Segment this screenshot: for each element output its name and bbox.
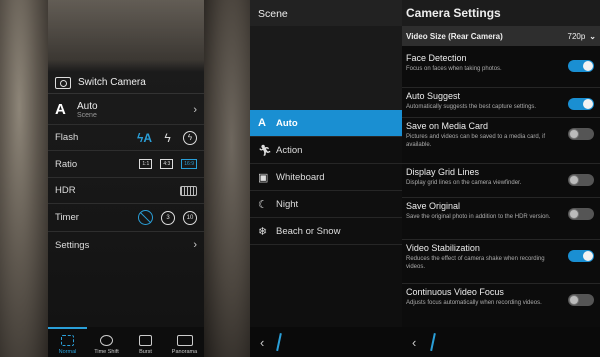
scene-value: Auto — [77, 100, 98, 112]
flash-auto-icon[interactable]: ϟA — [137, 131, 152, 145]
auto-scene-icon: A — [258, 117, 266, 129]
camera-viewfinder-left — [0, 0, 48, 357]
beach-snow-icon: ❄ — [258, 225, 268, 238]
chevron-right-icon: › — [193, 239, 197, 251]
switch-camera-icon — [55, 76, 71, 89]
setting-face-detection: Face Detection Focus on faces when taking… — [402, 50, 600, 88]
ratio-1-1-option[interactable]: 1:1 — [139, 159, 153, 169]
normal-mode-icon — [61, 335, 74, 346]
hdr-row[interactable]: HDR — [48, 178, 204, 204]
burst-icon — [139, 335, 152, 346]
video-stabilization-toggle[interactable] — [568, 250, 594, 262]
video-size-dropdown[interactable]: Video Size (Rear Camera) 720p ⌄ — [402, 26, 600, 46]
timer-off-icon[interactable] — [138, 210, 153, 225]
flash-off-icon[interactable]: ϟ — [183, 130, 197, 145]
whiteboard-icon: ▣ — [258, 171, 269, 184]
ratio-16-9-option[interactable]: 16:9 — [181, 159, 197, 169]
timer-row: Timer 3 10 — [48, 204, 204, 232]
mode-normal[interactable]: Normal — [48, 327, 87, 357]
save-original-toggle[interactable] — [568, 208, 594, 220]
setting-save-media-card: Save on Media Card Pictures and videos ca… — [402, 118, 600, 164]
action-icon: 🏃︎ — [258, 144, 272, 157]
camera-settings-title: Camera Settings — [402, 0, 600, 26]
camera-quick-menu: Switch Camera A Auto Scene › Flash ϟA ϟ … — [48, 0, 204, 357]
scene-item-action[interactable]: 🏃︎ Action — [250, 137, 402, 164]
scene-panel: Scene A Auto 🏃︎ Action ▣ Whiteboard ☾ Ni… — [250, 0, 402, 357]
setting-grid-lines: Display Grid Lines Display grid lines on … — [402, 164, 600, 198]
scene-auto-icon: A — [55, 101, 66, 118]
time-shift-icon — [100, 335, 113, 346]
scene-item-whiteboard[interactable]: ▣ Whiteboard — [250, 164, 402, 191]
back-icon[interactable]: ‹ — [412, 335, 416, 350]
video-size-value: 720p — [567, 31, 586, 41]
ratio-4-3-option[interactable]: 4:3 — [160, 159, 174, 169]
scene-item-night[interactable]: ☾ Night — [250, 191, 402, 218]
setting-video-stabilization: Video Stabilization Reduces the effect of… — [402, 240, 600, 284]
switch-camera-button[interactable]: Switch Camera — [48, 72, 204, 94]
face-detection-toggle[interactable] — [568, 60, 594, 72]
chevron-down-icon: ⌄ — [589, 31, 596, 41]
mode-burst[interactable]: Burst — [126, 327, 165, 357]
setting-continuous-video-focus: Continuous Video Focus Adjusts focus auto… — [402, 284, 600, 327]
moon-icon: ☾ — [258, 198, 268, 211]
save-media-card-toggle[interactable] — [568, 128, 594, 140]
mode-panorama[interactable]: Panorama — [165, 327, 204, 357]
camera-viewfinder-middle — [204, 0, 250, 357]
camera-settings-panel: Camera Settings Video Size (Rear Camera)… — [402, 0, 600, 357]
grid-lines-toggle[interactable] — [568, 174, 594, 186]
ratio-row: Ratio 1:1 4:3 16:9 — [48, 151, 204, 178]
hdr-icon[interactable] — [180, 185, 197, 196]
setting-auto-suggest: Auto Suggest Automatically suggests the b… — [402, 88, 600, 118]
auto-suggest-toggle[interactable] — [568, 98, 594, 110]
scene-item-auto[interactable]: A Auto — [250, 110, 402, 137]
timer-3-option[interactable]: 3 — [161, 210, 175, 225]
back-icon[interactable]: ‹ — [260, 335, 264, 350]
panorama-icon — [176, 335, 193, 346]
mode-time-shift[interactable]: Time Shift — [87, 327, 126, 357]
chevron-right-icon: › — [193, 103, 197, 116]
settings-row[interactable]: Settings › — [48, 232, 204, 258]
scene-bottom-bar: ‹ — [250, 327, 402, 357]
scene-selector[interactable]: A Auto Scene › — [48, 95, 204, 125]
scene-item-beach-snow[interactable]: ❄ Beach or Snow — [250, 218, 402, 245]
continuous-video-focus-toggle[interactable] — [568, 294, 594, 306]
flash-on-icon[interactable]: ϟ — [160, 131, 175, 145]
capture-mode-bar: Normal Time Shift Burst Panorama — [48, 327, 204, 357]
flash-row: Flash ϟA ϟ ϟ — [48, 125, 204, 151]
setting-save-original: Save Original Save the original photo in … — [402, 198, 600, 240]
scene-panel-title: Scene — [250, 0, 402, 26]
scene-label: Scene — [77, 111, 97, 119]
timer-10-option[interactable]: 10 — [183, 210, 197, 225]
